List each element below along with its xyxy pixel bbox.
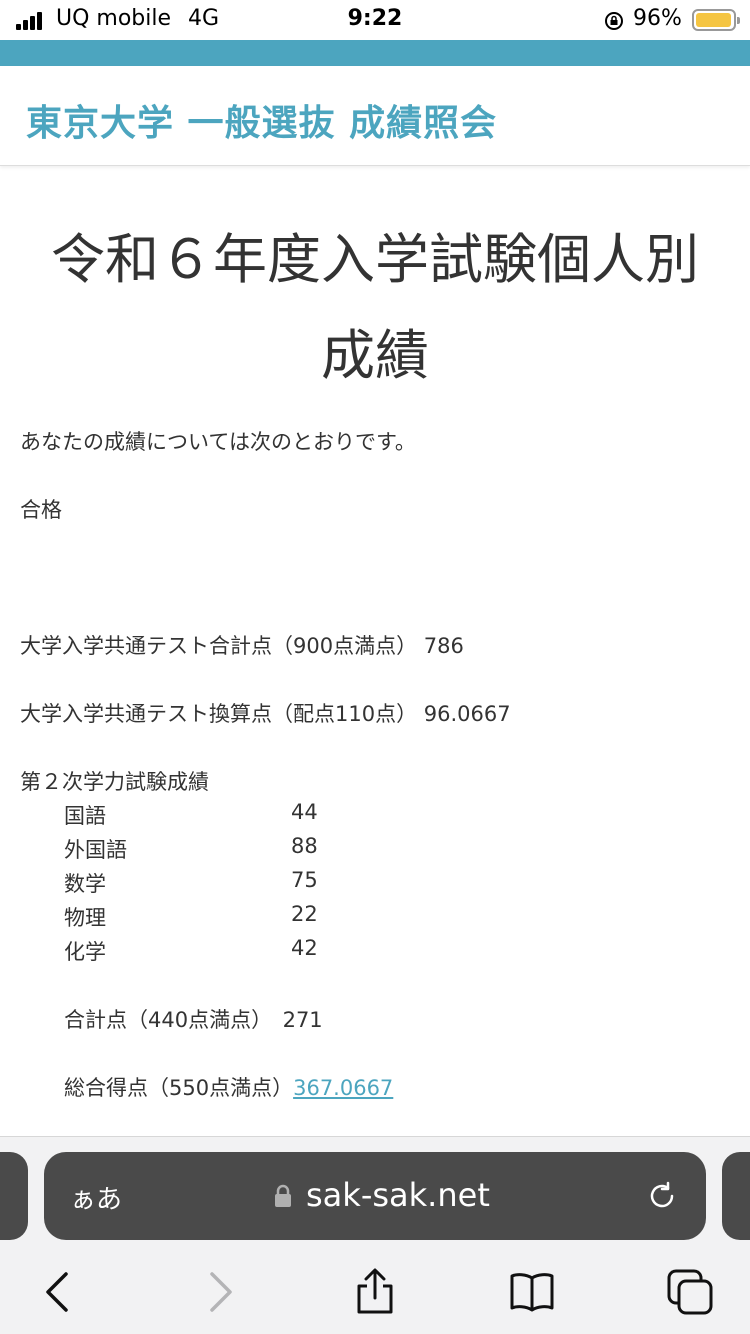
subject-score: 44 [291, 800, 318, 824]
rotation-lock-icon [605, 12, 623, 30]
share-icon[interactable] [351, 1268, 399, 1316]
tabs-icon[interactable] [666, 1268, 714, 1316]
text-size-button[interactable]: ぁあ [70, 1179, 122, 1216]
subject-score: 22 [291, 902, 318, 926]
battery-percent: 96% [633, 6, 682, 31]
battery-icon [692, 9, 740, 31]
second-exam-total: 合計点（440点満点） 271 [64, 1008, 323, 1032]
subject-name: 化学 [64, 940, 106, 964]
result-status: 合格 [20, 498, 62, 522]
reload-icon[interactable] [646, 1180, 678, 1212]
forward-icon[interactable] [196, 1268, 244, 1316]
url-text[interactable]: sak-sak.net [306, 1176, 490, 1214]
back-icon[interactable] [34, 1268, 82, 1316]
next-tab-preview[interactable] [722, 1152, 750, 1240]
subject-name: 物理 [64, 906, 106, 930]
address-bar[interactable]: ぁあ sak-sak.net [44, 1152, 706, 1240]
subject-name: 国語 [64, 804, 106, 828]
subject-score: 42 [291, 936, 318, 960]
battery-fill [696, 13, 731, 27]
site-header: 東京大学 一般選抜 成績照会 [0, 66, 750, 166]
common-test-total: 大学入学共通テスト合計点（900点満点） 786 [20, 634, 464, 658]
status-bar: UQ mobile 4G 9:22 96% [0, 0, 750, 40]
previous-tab-preview[interactable] [0, 1152, 28, 1240]
page-title: 令和６年度入学試験個人別成績 [51, 228, 699, 387]
lock-icon [275, 1184, 291, 1207]
subject-name: 数学 [64, 872, 106, 896]
overall-score-row: 総合得点（550点満点）367.0667 [64, 1072, 393, 1102]
overall-score-link[interactable]: 367.0667 [293, 1076, 393, 1100]
accent-bar [0, 40, 750, 66]
subject-score: 75 [291, 868, 318, 892]
overall-score-label: 総合得点（550点満点） [64, 1076, 294, 1100]
second-exam-heading: 第２次学力試験成績 [20, 770, 209, 794]
site-title[interactable]: 東京大学 一般選抜 成績照会 [26, 94, 497, 146]
bookmarks-icon[interactable] [508, 1268, 556, 1316]
intro-text: あなたの成績については次のとおりです。 [20, 430, 416, 454]
subject-score: 88 [291, 834, 318, 858]
common-test-converted: 大学入学共通テスト換算点（配点110点） 96.0667 [20, 702, 511, 726]
subject-name: 外国語 [64, 838, 127, 862]
